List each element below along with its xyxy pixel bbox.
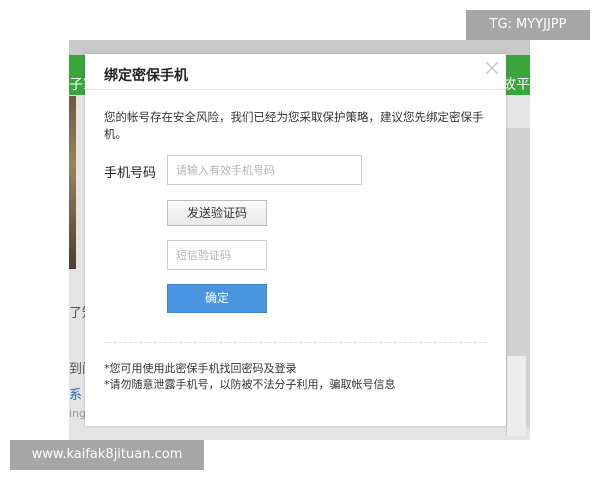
watermark-top-right: TG: MYYJJPP xyxy=(466,10,590,40)
background-right-box xyxy=(506,356,526,436)
phone-number-label: 手机号码 xyxy=(104,166,157,181)
sms-code-input[interactable] xyxy=(167,240,267,270)
note-privacy-warning: *请勿随意泄露手机号，以防被不法分子利用，骗取帐号信息 xyxy=(104,378,396,391)
background-top-band xyxy=(69,40,530,55)
bind-phone-dialog: 绑定密保手机 您的帐号存在安全风险，我们已经为您采取保护策略，建议您先绑定密保手… xyxy=(85,54,506,426)
screenshot-stage: 子家 故平 了知 到问 系 ing 绑定密保手机 您的帐号存在安全风险，我们已经… xyxy=(0,0,600,480)
phone-number-input[interactable] xyxy=(167,155,362,185)
note-recover-password: *您可用使用此密保手机找回密码及登录 xyxy=(104,362,297,375)
confirm-button[interactable]: 确定 xyxy=(167,284,267,313)
watermark-bottom-left: www.kaifak8jituan.com xyxy=(10,440,204,470)
background-photo xyxy=(69,96,76,269)
dialog-header-divider xyxy=(85,89,506,90)
dialog-title: 绑定密保手机 xyxy=(104,68,188,84)
security-notice: 您的帐号存在安全风险，我们已经为您采取保护策略，建议您先绑定密保手机。 xyxy=(104,110,484,141)
send-code-button[interactable]: 发送验证码 xyxy=(167,200,267,226)
close-icon[interactable] xyxy=(485,61,499,75)
background-side-small: ing xyxy=(69,407,87,420)
background-nav-right-text: 故平 xyxy=(502,77,530,93)
background-side-link: 系 xyxy=(69,388,83,403)
notes-divider xyxy=(104,342,487,343)
